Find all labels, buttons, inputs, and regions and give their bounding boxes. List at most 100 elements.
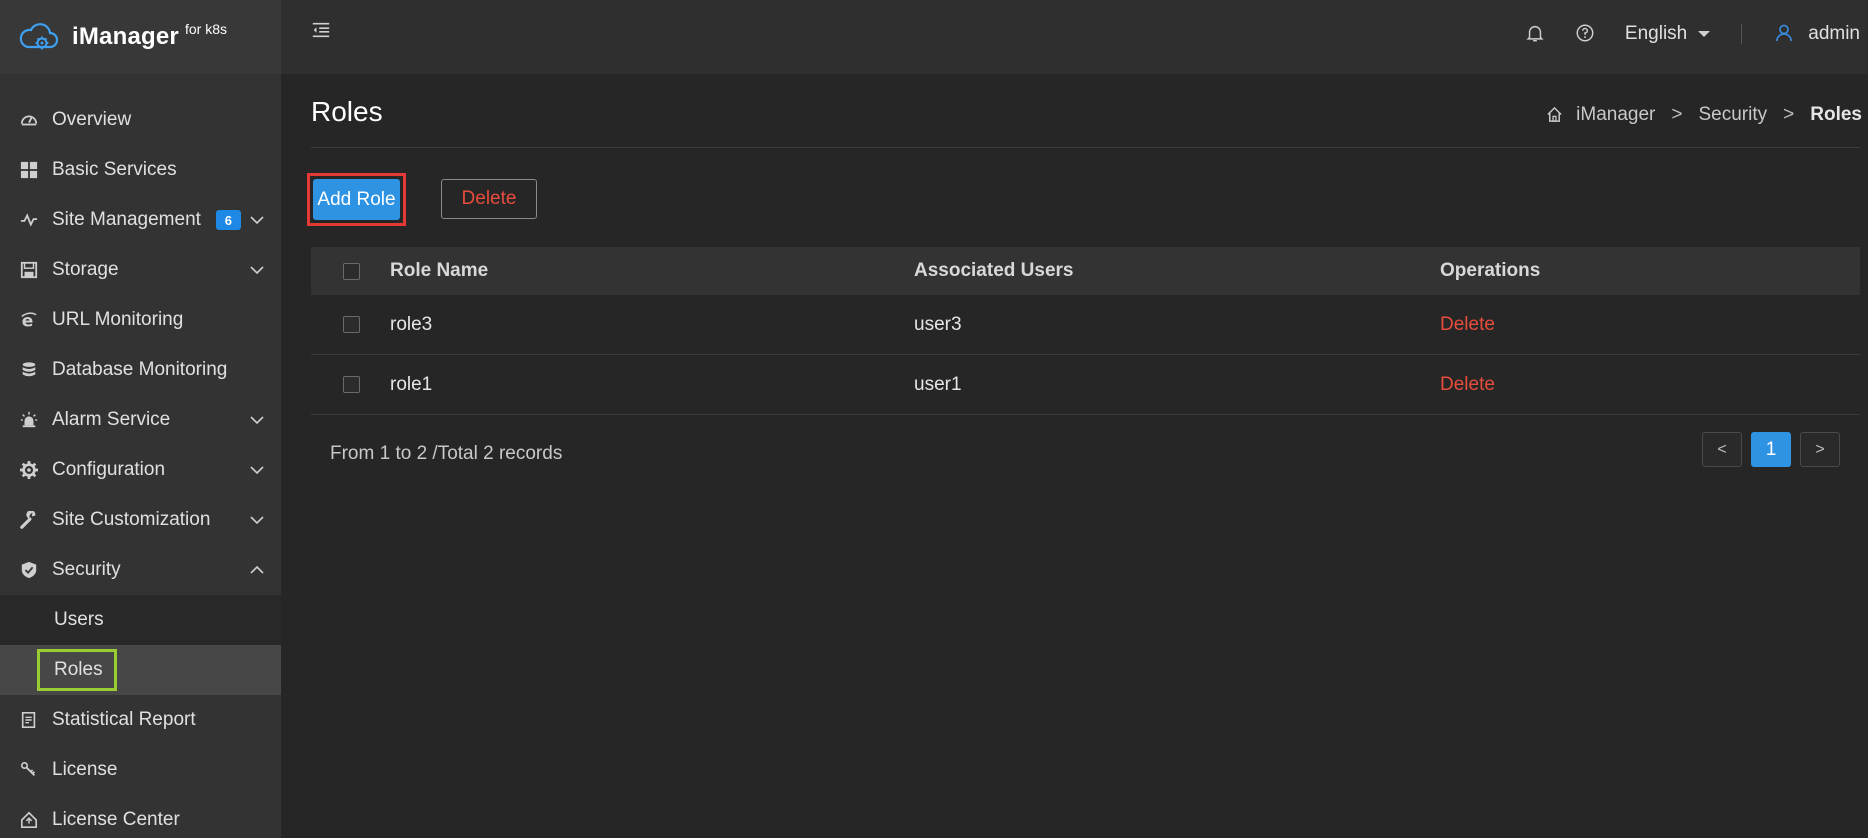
- row-delete-link[interactable]: Delete: [1440, 374, 1495, 396]
- role-name-cell: role1: [390, 373, 433, 395]
- sidebar-item-label: License: [52, 759, 118, 780]
- breadcrumb-separator: >: [1671, 104, 1683, 125]
- cloud-gear-icon: [18, 21, 60, 53]
- sidebar-item-label: Configuration: [52, 459, 166, 480]
- column-header-role-name[interactable]: Role Name: [390, 260, 488, 282]
- row-checkbox[interactable]: [343, 316, 360, 333]
- sidebar-item-label: Security: [52, 559, 121, 580]
- shield-icon: [19, 560, 39, 580]
- chevron-down-icon[interactable]: [1697, 29, 1711, 39]
- table-header: Role Name Associated Users Operations: [311, 247, 1860, 295]
- sidebar-item-overview[interactable]: Overview: [0, 95, 281, 145]
- row-delete-link[interactable]: Delete: [1440, 314, 1495, 336]
- associated-users-cell: user1: [914, 373, 962, 395]
- report-icon: [19, 710, 39, 730]
- sidebar-item-license-center[interactable]: License Center: [0, 795, 281, 838]
- breadcrumb-item[interactable]: iManager: [1576, 104, 1655, 126]
- sidebar-subitem-label: Roles: [54, 659, 103, 680]
- role-name-cell: role3: [390, 313, 433, 335]
- chevron-down-icon: [249, 462, 265, 478]
- license-icon: [19, 760, 39, 780]
- delete-button[interactable]: Delete: [441, 179, 537, 219]
- ie-icon: e: [19, 310, 39, 330]
- sidebar-item-alarm-service[interactable]: Alarm Service: [0, 395, 281, 445]
- pagination: < 1 >: [1702, 432, 1840, 467]
- sidebar-item-label: Site Customization: [52, 509, 211, 530]
- chevron-up-icon: [249, 562, 265, 578]
- column-header-operations: Operations: [1440, 260, 1541, 281]
- sidebar-item-statistical-report[interactable]: Statistical Report: [0, 695, 281, 745]
- breadcrumb-separator: >: [1783, 104, 1795, 125]
- sidebar-item-label: Overview: [52, 109, 132, 130]
- sidebar-subitem-roles[interactable]: Roles: [0, 645, 281, 695]
- sidebar-menu: Overview Basic Services Site Management …: [0, 95, 281, 838]
- prev-page-button[interactable]: <: [1702, 432, 1742, 467]
- sidebar-item-configuration[interactable]: Configuration: [0, 445, 281, 495]
- security-submenu: Users Roles: [0, 595, 281, 695]
- grid-icon: [19, 160, 39, 180]
- pulse-icon: [19, 210, 39, 230]
- count-badge: 6: [215, 210, 241, 230]
- home-icon[interactable]: [1546, 106, 1564, 124]
- page-1-button[interactable]: 1: [1751, 432, 1791, 467]
- associated-users-cell: user3: [914, 313, 962, 335]
- breadcrumb-current: Roles: [1810, 104, 1862, 125]
- app-logo[interactable]: iManager for k8s: [0, 0, 281, 74]
- chevron-down-icon: [249, 212, 265, 228]
- next-page-button[interactable]: >: [1800, 432, 1840, 467]
- sidebar-item-label: License Center: [52, 809, 180, 830]
- breadcrumb-item[interactable]: Security: [1699, 104, 1768, 126]
- row-checkbox[interactable]: [343, 376, 360, 393]
- table-row: role3 user3 Delete: [311, 295, 1860, 355]
- sidebar: iManager for k8s Overview Basic Services…: [0, 0, 281, 838]
- database-icon: [19, 360, 39, 380]
- sidebar-item-label: Statistical Report: [52, 709, 196, 730]
- sidebar-item-url-monitoring[interactable]: e URL Monitoring: [0, 295, 281, 345]
- sidebar-item-label: Database Monitoring: [52, 359, 228, 380]
- storage-icon: [19, 260, 39, 280]
- menu-fold-icon[interactable]: [311, 20, 333, 42]
- sidebar-item-basic-services[interactable]: Basic Services: [0, 145, 281, 195]
- app-title: iManager: [72, 23, 179, 50]
- sidebar-subitem-label: Users: [54, 609, 104, 630]
- alarm-icon: [19, 410, 39, 430]
- table-row: role1 user1 Delete: [311, 355, 1860, 415]
- wrench-icon: [19, 510, 39, 530]
- top-right-tools: English admin: [1525, 0, 1868, 68]
- chevron-down-icon: [249, 512, 265, 528]
- language-selector[interactable]: English: [1625, 23, 1687, 45]
- highlight-box: Add Role: [307, 173, 406, 226]
- add-role-button[interactable]: Add Role: [313, 179, 400, 220]
- sidebar-item-security[interactable]: Security: [0, 545, 281, 595]
- breadcrumb: iManager > Security > Roles: [1546, 104, 1862, 126]
- column-header-associated-users: Associated Users: [914, 260, 1074, 281]
- help-icon[interactable]: [1575, 23, 1597, 45]
- records-summary: From 1 to 2 /Total 2 records: [330, 443, 563, 464]
- user-menu[interactable]: admin: [1808, 23, 1860, 45]
- sidebar-item-site-management[interactable]: Site Management 6: [0, 195, 281, 245]
- sidebar-item-database-monitoring[interactable]: Database Monitoring: [0, 345, 281, 395]
- bell-icon[interactable]: [1525, 23, 1547, 45]
- sidebar-item-storage[interactable]: Storage: [0, 245, 281, 295]
- sidebar-item-license[interactable]: License: [0, 745, 281, 795]
- user-icon: [1776, 24, 1794, 44]
- app-subtitle: for k8s: [184, 21, 227, 37]
- roles-table: Role Name Associated Users Operations ro…: [311, 247, 1860, 415]
- sidebar-item-label: Site Management: [52, 209, 201, 230]
- title-divider: [311, 147, 1860, 148]
- sidebar-subitem-users[interactable]: Users: [0, 595, 281, 645]
- gear-icon: [19, 460, 39, 480]
- page-title: Roles: [311, 96, 383, 127]
- sidebar-item-label: Storage: [52, 259, 119, 280]
- chevron-down-icon: [249, 412, 265, 428]
- top-bar: English admin: [281, 0, 1868, 74]
- sidebar-item-label: URL Monitoring: [52, 309, 184, 330]
- license-center-icon: [19, 810, 39, 830]
- sidebar-item-site-customization[interactable]: Site Customization: [0, 495, 281, 545]
- select-all-checkbox[interactable]: [343, 262, 360, 280]
- dashboard-icon: [19, 110, 39, 130]
- sidebar-item-label: Alarm Service: [52, 409, 171, 430]
- divider: [1741, 24, 1743, 44]
- sidebar-item-label: Basic Services: [52, 159, 177, 180]
- chevron-down-icon: [249, 262, 265, 278]
